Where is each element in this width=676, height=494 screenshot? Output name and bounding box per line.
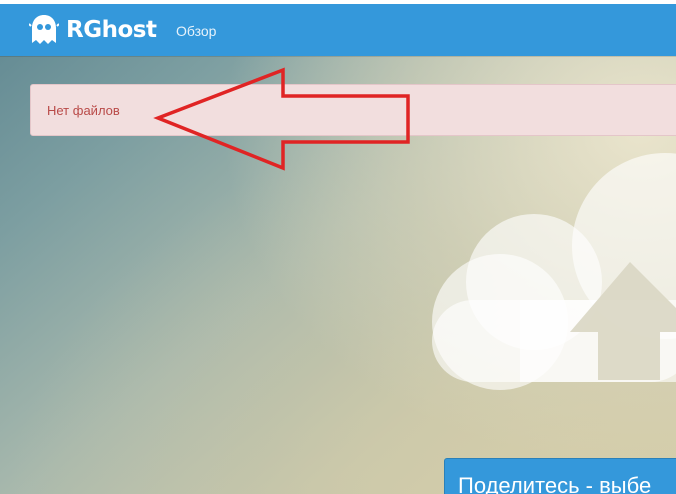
brand-logo[interactable]: RGhost [29,12,157,48]
cloud-upload-icon [432,153,676,390]
red-arrow-icon [153,67,410,171]
nav-overview-link[interactable]: Обзор [176,22,216,40]
alert-message: Нет файлов [47,103,120,118]
top-navbar: RGhost Обзор [0,4,676,56]
share-panel-title: Поделитесь - выбе [458,473,652,494]
ghost-icon [29,15,59,44]
page: RGhost Обзор Нет файлов Поделитесь - выб… [0,0,676,494]
brand-name: RGhost [66,17,157,43]
share-panel[interactable]: Поделитесь - выбе [444,458,676,494]
no-files-alert: Нет файлов [30,84,676,136]
upload-arrow-icon [570,262,676,380]
